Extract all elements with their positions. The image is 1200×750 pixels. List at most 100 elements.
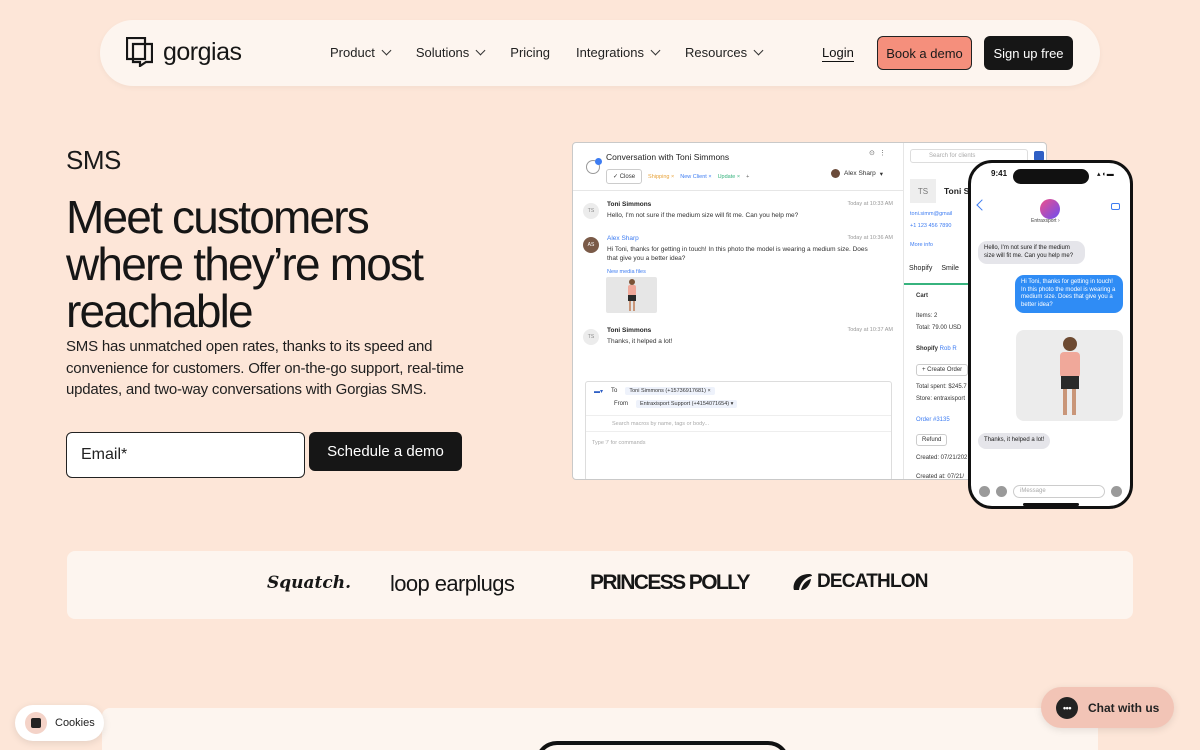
- status-time: 9:41: [991, 169, 1008, 178]
- avatar: AS: [583, 237, 599, 253]
- total-spent: Total spent: $245.7: [916, 384, 967, 390]
- notification-dot: [595, 158, 602, 165]
- nav-resources[interactable]: Resources: [685, 45, 764, 60]
- hero-lead: SMS has unmatched open rates, thanks to …: [66, 338, 464, 398]
- imessage-input[interactable]: iMessage: [1013, 485, 1105, 498]
- chevron-down-icon: ▾: [879, 170, 884, 178]
- logo-princess-polly: PRINCESS POLLY: [590, 571, 750, 594]
- brand-avatar: [1040, 199, 1060, 219]
- tab-underline: [904, 283, 970, 285]
- decathlon-mark-icon: [793, 574, 812, 590]
- order-link[interactable]: Order #3135: [916, 417, 950, 423]
- chat-widget-button[interactable]: ••• Chat with us: [1041, 687, 1174, 728]
- schedule-demo-button[interactable]: Schedule a demo: [309, 432, 462, 471]
- cookies-button[interactable]: Cookies: [15, 705, 104, 741]
- add-tag-icon[interactable]: +: [746, 174, 749, 180]
- section-eyebrow: SMS: [66, 145, 121, 175]
- model-image-icon: [1060, 337, 1080, 415]
- message-time: Today at 10:37 AM: [847, 327, 893, 333]
- avatar: TS: [583, 329, 599, 345]
- sender-chip[interactable]: Entraxisport Support (+4154071654) ▾: [636, 400, 738, 408]
- next-section-phone-outline: [535, 741, 790, 750]
- sign-up-button[interactable]: Sign up free: [984, 36, 1073, 70]
- avatar: TS: [910, 179, 936, 203]
- sms-bubble-incoming: Thanks, it helped a lot!: [978, 433, 1051, 449]
- brand-logo[interactable]: gorgias: [126, 37, 242, 67]
- tag-update[interactable]: Update ×: [718, 174, 741, 180]
- model-image-icon: [628, 279, 636, 311]
- close-ticket-button[interactable]: ✓ Close: [606, 169, 643, 184]
- message-time: Today at 10:36 AM: [847, 235, 893, 241]
- message-text: Hello, I'm not sure if the medium size w…: [607, 212, 799, 219]
- message-author: Toni Simmons: [607, 201, 652, 208]
- conversation-title: Conversation with Toni Simmons: [606, 152, 730, 162]
- avatar: TS: [583, 203, 599, 219]
- message-item: AS Alex Sharp Today at 10:36 AM Hi Toni,…: [583, 235, 893, 319]
- cart-heading: Cart: [916, 293, 929, 299]
- shopify-heading: Shopify Rob R: [916, 346, 957, 352]
- order-created-at: Created at: 07/21/: [916, 474, 965, 480]
- contact-name: Entraxsport ›: [1031, 218, 1060, 224]
- sms-bubble-outgoing: Hi Toni, thanks for getting in touch! In…: [1015, 275, 1123, 313]
- message-author: Alex Sharp: [607, 235, 639, 242]
- more-info-link[interactable]: More info: [910, 242, 933, 248]
- sms-channel-icon[interactable]: ▬▾: [594, 388, 603, 395]
- customer-phone[interactable]: +1 123 456 7890: [910, 223, 951, 229]
- store-name: Store: entraxisport: [916, 396, 966, 402]
- recipient-chip[interactable]: Toni Simmons (+15736917681) ×: [625, 387, 715, 395]
- cart-items: Items: 2: [916, 313, 938, 319]
- tab-shopify[interactable]: Shopify: [909, 265, 932, 272]
- ticket-tags: ✓ Close Shipping × New Client × Update ×…: [606, 169, 749, 184]
- integration-tabs: Shopify Smile: [909, 265, 959, 272]
- avatar: [831, 169, 840, 178]
- refund-button[interactable]: Refund: [916, 434, 948, 446]
- nav-integrations[interactable]: Integrations: [576, 45, 661, 60]
- product-photo[interactable]: [606, 277, 657, 313]
- video-icon[interactable]: [1111, 203, 1120, 210]
- assigned-agent[interactable]: Alex Sharp ▾: [831, 169, 883, 178]
- hero-headline: Meet customers where they’re most reacha…: [66, 191, 424, 337]
- message-text: Hi Toni, thanks for getting in touch! In…: [607, 246, 868, 262]
- tag-shipping[interactable]: Shipping ×: [648, 174, 674, 180]
- tag-new-client[interactable]: New Client ×: [680, 174, 711, 180]
- message-text: Thanks, it helped a lot!: [607, 338, 673, 345]
- message-input[interactable]: Type '/' for commands: [592, 440, 645, 446]
- customer-logos: Squatch. loop earplugs PRINCESS POLLY DE…: [67, 551, 1133, 619]
- message-item: TS Toni Simmons Today at 10:33 AM Hello,…: [583, 201, 893, 231]
- conversation-header: Conversation with Toni Simmons ⊙⋮ ✓ Clos…: [573, 143, 903, 191]
- nav-pricing[interactable]: Pricing: [510, 45, 550, 60]
- book-demo-button[interactable]: Book a demo: [877, 36, 972, 70]
- cookie-icon: [25, 712, 47, 734]
- apps-icon[interactable]: [996, 486, 1007, 497]
- signal-battery-icon: ▴◖▬: [1097, 171, 1115, 178]
- mms-photo[interactable]: [1016, 330, 1123, 421]
- camera-icon[interactable]: [979, 486, 990, 497]
- macro-search-input[interactable]: Search macros by name, tags or body...: [586, 415, 891, 432]
- customer-email[interactable]: toni.simm@gmail: [910, 211, 952, 217]
- phone-mockup: 9:41 ▴◖▬ Entraxsport › Hello, I'm not su…: [968, 160, 1133, 509]
- nav-links: Product Solutions Pricing Integrations R…: [330, 45, 764, 60]
- top-nav: gorgias Product Solutions Pricing Integr…: [100, 20, 1100, 86]
- brand-name: gorgias: [163, 37, 242, 66]
- media-files-link[interactable]: New media files: [607, 269, 646, 275]
- login-link[interactable]: Login: [822, 45, 854, 62]
- logo-loop-earplugs: loop earplugs: [390, 571, 515, 596]
- nav-product[interactable]: Product: [330, 45, 392, 60]
- back-icon[interactable]: [976, 199, 988, 211]
- sms-bubble-incoming: Hello, I'm not sure if the medium size w…: [978, 241, 1085, 264]
- create-order-button[interactable]: + Create Order: [916, 364, 969, 376]
- message-time: Today at 10:33 AM: [847, 201, 893, 207]
- header-actions-icon: ⊙⋮: [869, 150, 890, 157]
- tab-smile[interactable]: Smile: [941, 265, 959, 272]
- chat-bubble-icon: •••: [1056, 696, 1078, 719]
- message-bar: iMessage: [979, 485, 1122, 498]
- microphone-icon[interactable]: [1111, 486, 1122, 497]
- chevron-down-icon: [650, 45, 661, 56]
- nav-solutions[interactable]: Solutions: [416, 45, 486, 60]
- message-item: TS Toni Simmons Today at 10:37 AM Thanks…: [583, 327, 893, 355]
- email-input[interactable]: Email*: [66, 432, 305, 478]
- reply-composer[interactable]: ▬▾ To Toni Simmons (+15736917681) × From…: [585, 381, 892, 479]
- chevron-down-icon: [381, 45, 392, 56]
- gorgias-logo-icon: [126, 37, 153, 67]
- chevron-down-icon: [475, 45, 486, 56]
